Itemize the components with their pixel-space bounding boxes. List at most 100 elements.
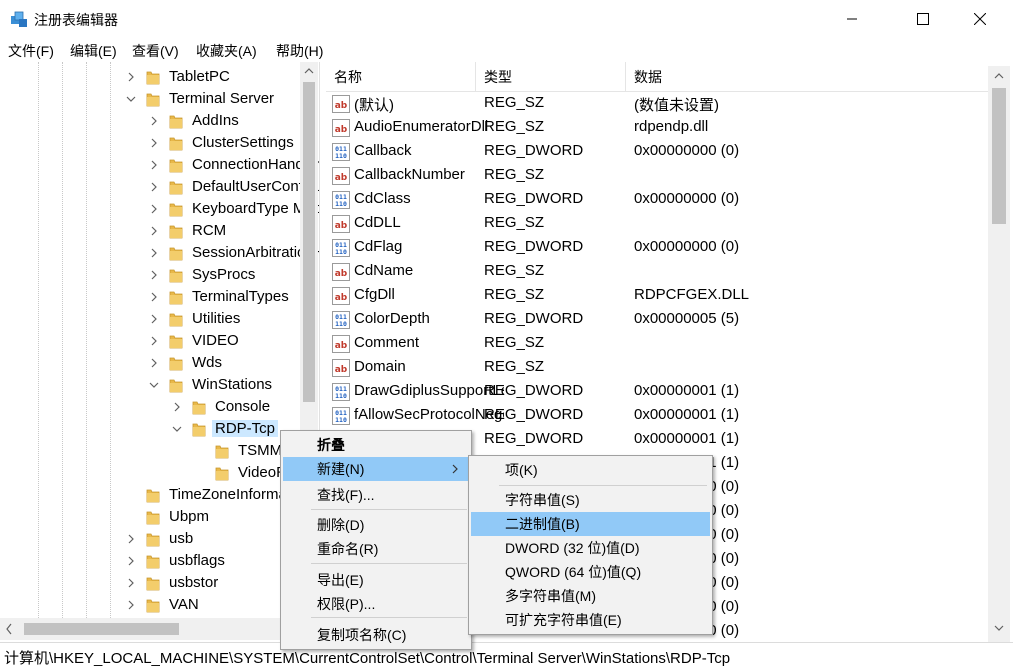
chevron-right-icon[interactable] <box>124 550 138 572</box>
chevron-right-icon[interactable] <box>124 66 138 88</box>
tree-node[interactable]: SysProcs <box>0 264 319 286</box>
chevron-right-icon[interactable] <box>124 528 138 550</box>
chevron-right-icon[interactable] <box>124 572 138 594</box>
column-name-header[interactable]: 名称 <box>326 62 476 92</box>
chevron-right-icon[interactable] <box>147 308 161 330</box>
tree-node[interactable]: SessionArbitrationHelper <box>0 242 319 264</box>
row-type: REG_DWORD <box>484 142 584 159</box>
tree-node[interactable]: Utilities <box>0 308 319 330</box>
chevron-right-icon[interactable] <box>147 220 161 242</box>
table-row[interactable]: ab CdName REG_SZ <box>326 260 990 284</box>
row-data: rdpendp.dll <box>634 118 709 135</box>
chevron-right-icon[interactable] <box>147 330 161 352</box>
chevron-down-icon[interactable] <box>124 88 138 110</box>
registry-tree[interactable]: TabletPC Terminal Server AddIns ClusterSett… <box>0 62 320 642</box>
chevron-down-icon[interactable] <box>147 374 161 396</box>
table-row[interactable]: ab CdDLL REG_SZ <box>326 212 990 236</box>
tree-node[interactable]: VideoRemotingAllowedApps <box>0 462 319 484</box>
tree-node[interactable]: VIDEO <box>0 330 319 352</box>
table-row[interactable]: ab Comment REG_SZ <box>326 332 990 356</box>
tree-node[interactable]: AddIns <box>0 110 319 132</box>
copy-key-name-menu-item[interactable]: 复制项名称(C) <box>283 623 469 647</box>
new-key-item[interactable]: 项(K) <box>471 458 710 482</box>
folder-icon <box>215 465 229 481</box>
table-row[interactable]: ab CallbackNumber REG_SZ <box>326 164 990 188</box>
chevron-right-icon[interactable] <box>147 154 161 176</box>
tree-node[interactable]: Terminal Server <box>0 88 319 110</box>
menu-view[interactable]: 查看(V) <box>132 41 179 61</box>
tree-hscroll-thumb[interactable] <box>24 623 179 635</box>
table-row[interactable]: 011 110 CdClass REG_DWORD 0x00000000 (0) <box>326 188 990 212</box>
scroll-left-icon[interactable] <box>0 618 18 640</box>
table-row[interactable]: ab (默认) REG_SZ (数值未设置) <box>326 92 990 116</box>
tree-node[interactable]: TerminalTypes <box>0 286 319 308</box>
scroll-up-icon[interactable] <box>988 66 1010 86</box>
list-vertical-scrollbar[interactable] <box>988 66 1010 642</box>
row-name: CdFlag <box>354 238 403 255</box>
find-menu-item[interactable]: 查找(F)... <box>283 483 469 507</box>
table-row[interactable]: 011 110 Callback REG_DWORD 0x00000000 (0) <box>326 140 990 164</box>
table-row[interactable]: ab CfgDll REG_SZ RDPCFGEX.DLL <box>326 284 990 308</box>
tree-node[interactable]: usbflags <box>0 550 319 572</box>
chevron-down-icon[interactable] <box>170 418 184 440</box>
close-button[interactable] <box>957 0 1003 38</box>
tree-vscroll-thumb[interactable] <box>303 82 315 402</box>
tree-node[interactable]: DefaultUserConfiguration <box>0 176 319 198</box>
tree-horizontal-scrollbar[interactable] <box>0 618 320 640</box>
tree-node[interactable]: Wds <box>0 352 319 374</box>
tree-node[interactable]: usb <box>0 528 319 550</box>
chevron-right-icon[interactable] <box>147 132 161 154</box>
menu-edit[interactable]: 编辑(E) <box>70 41 117 61</box>
chevron-right-icon[interactable] <box>147 242 161 264</box>
table-row[interactable]: ab Domain REG_SZ <box>326 356 990 380</box>
chevron-right-icon[interactable] <box>147 110 161 132</box>
chevron-right-icon[interactable] <box>147 286 161 308</box>
chevron-right-icon[interactable] <box>147 198 161 220</box>
table-row[interactable]: ab AudioEnumeratorDll REG_SZ rdpendp.dll <box>326 116 990 140</box>
tree-node[interactable]: TabletPC <box>0 66 319 88</box>
new-expandable-string-value-item[interactable]: 可扩充字符串值(E) <box>471 608 710 632</box>
chevron-right-icon[interactable] <box>147 176 161 198</box>
collapse-menu-item[interactable]: 折叠 <box>283 433 469 457</box>
tree-node[interactable]: VAN <box>0 594 319 616</box>
minimize-button[interactable] <box>829 0 875 38</box>
scroll-down-icon[interactable] <box>988 618 1010 638</box>
new-binary-value-item[interactable]: 二进制值(B) <box>471 512 710 536</box>
export-menu-item[interactable]: 导出(E) <box>283 568 469 592</box>
scroll-up-icon[interactable] <box>300 62 318 80</box>
list-vscroll-thumb[interactable] <box>992 88 1006 224</box>
table-row[interactable]: 011 110 ColorDepth REG_DWORD 0x00000005 (5) <box>326 308 990 332</box>
tree-node[interactable]: RCM <box>0 220 319 242</box>
new-dword-value-item[interactable]: DWORD (32 位)值(D) <box>471 536 710 560</box>
tree-node[interactable]: usbstor <box>0 572 319 594</box>
menu-help[interactable]: 帮助(H) <box>276 41 323 61</box>
rename-menu-item[interactable]: 重命名(R) <box>283 537 469 561</box>
column-type-header[interactable]: 类型 <box>476 62 626 92</box>
table-row[interactable]: 011110fAllowSecProtocolNegotiationREG_DW… <box>326 404 990 428</box>
table-row[interactable]: 011110DrawGdiplusSupportLevelREG_DWORD 0x… <box>326 380 990 404</box>
tree-node[interactable]: ClusterSettings <box>0 132 319 154</box>
tree-node[interactable]: TSMMRemotingAllowedApps <box>0 440 319 462</box>
new-multi-string-value-item[interactable]: 多字符串值(M) <box>471 584 710 608</box>
delete-menu-item[interactable]: 删除(D) <box>283 513 469 537</box>
chevron-right-icon[interactable] <box>147 264 161 286</box>
chevron-right-icon[interactable] <box>124 594 138 616</box>
tree-node[interactable]: WinStations <box>0 374 319 396</box>
tree-node[interactable]: RDP-Tcp <box>0 418 319 440</box>
tree-node[interactable]: KeyboardType Mapping <box>0 198 319 220</box>
tree-node[interactable]: TimeZoneInformation <box>0 484 319 506</box>
tree-node[interactable]: ConnectionHandler <box>0 154 319 176</box>
maximize-button[interactable] <box>900 0 946 38</box>
column-data-header[interactable]: 数据 <box>626 62 990 92</box>
new-menu-item[interactable]: 新建(N) <box>283 457 469 481</box>
permissions-menu-item[interactable]: 权限(P)... <box>283 592 469 616</box>
menu-file[interactable]: 文件(F) <box>8 41 54 61</box>
tree-node[interactable]: Ubpm <box>0 506 319 528</box>
tree-node[interactable]: Console <box>0 396 319 418</box>
menu-favorites[interactable]: 收藏夹(A) <box>196 41 257 61</box>
chevron-right-icon[interactable] <box>147 352 161 374</box>
table-row[interactable]: 011 110 CdFlag REG_DWORD 0x00000000 (0) <box>326 236 990 260</box>
new-string-value-item[interactable]: 字符串值(S) <box>471 488 710 512</box>
chevron-right-icon[interactable] <box>170 396 184 418</box>
new-qword-value-item[interactable]: QWORD (64 位)值(Q) <box>471 560 710 584</box>
